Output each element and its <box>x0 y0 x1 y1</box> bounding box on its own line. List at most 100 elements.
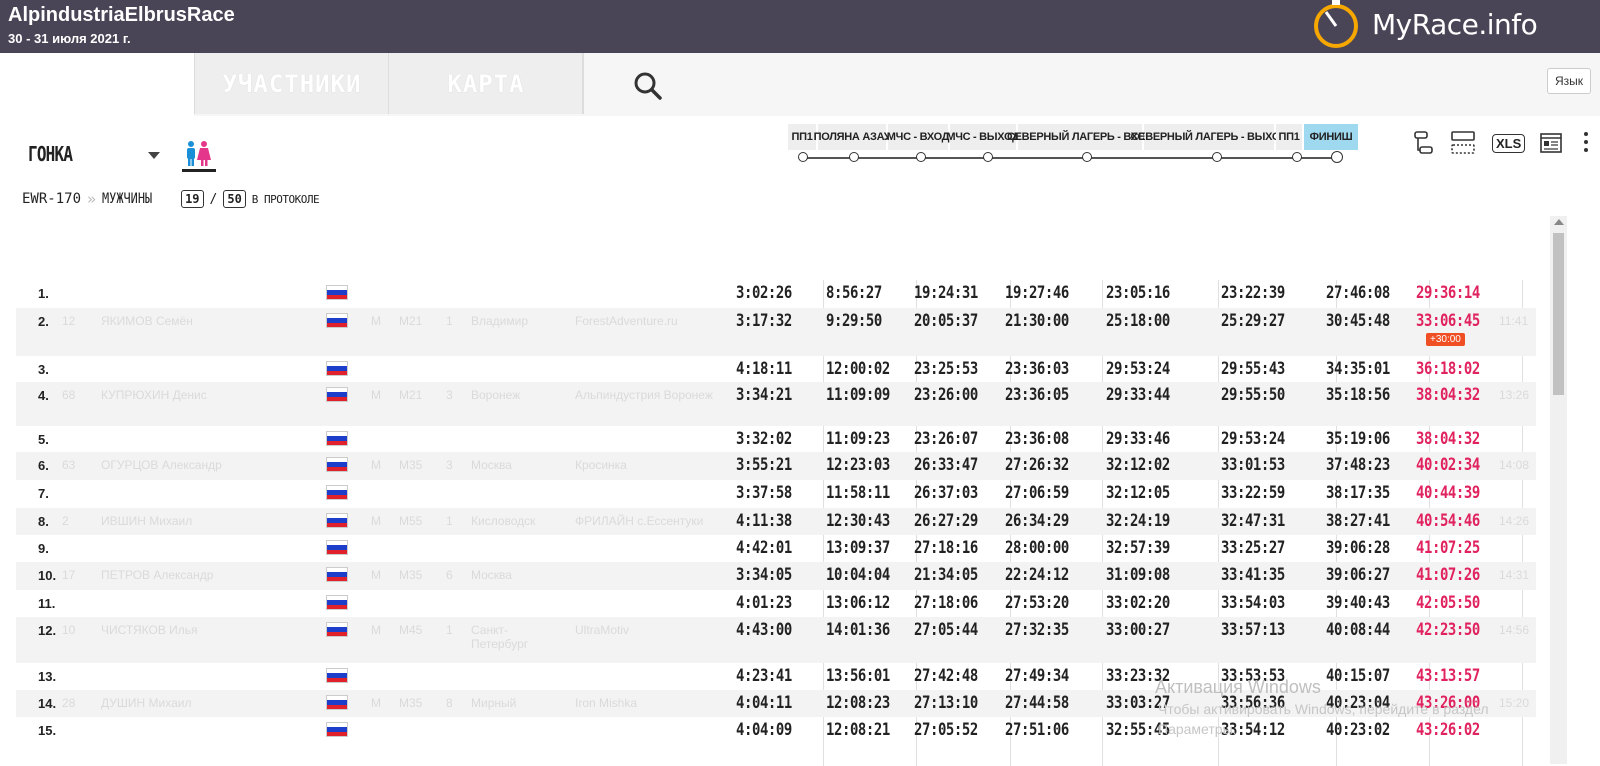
team-label: ForestAdventure.ru <box>575 314 678 328</box>
finish-time[interactable]: 43:13:57 <box>1416 666 1480 686</box>
finish-time[interactable]: 40:44:39 <box>1416 483 1480 503</box>
table-row[interactable]: 4. 68 КУПРЮХИН Денис М М21 3 Воронеж Альпиндуст… <box>16 382 1536 426</box>
checkpoint-pp1-2[interactable]: ПП1 <box>1276 124 1302 150</box>
split-time: 27:05:44 <box>914 620 978 640</box>
group-place: 3 <box>446 388 453 402</box>
category-label[interactable]: МУЖЧИНЫ <box>102 191 152 207</box>
more-menu-icon[interactable] <box>1583 130 1589 156</box>
team-label: UltraMotiv <box>575 623 630 637</box>
russia-flag-icon <box>326 513 348 528</box>
split-time: 33:41:35 <box>1221 565 1285 585</box>
split-time: 3:55:21 <box>736 455 792 475</box>
print-view-icon[interactable] <box>1540 130 1562 156</box>
checkpoint-pp1[interactable]: ПП1 <box>788 124 816 150</box>
tab-map[interactable]: КАРТА <box>388 53 583 114</box>
finish-clock: 11:41 <box>1499 314 1529 328</box>
table-row[interactable]: 2. 12 ЯКИМОВ Семён М М21 1 Владимир ForestAdven… <box>16 308 1536 356</box>
athlete-name[interactable]: ЧИСТЯКОВ Илья <box>101 623 198 637</box>
scrollbar-thumb[interactable] <box>1553 233 1564 395</box>
finish-time[interactable]: 42:05:50 <box>1416 593 1480 613</box>
checkpoint-mchs-in[interactable]: МЧС - ВХОД <box>887 124 950 150</box>
athlete-name[interactable]: ЯКИМОВ Семён <box>101 314 193 328</box>
checkpoint-north-out[interactable]: СЕВЕРНЫЙ ЛАГЕРЬ - ВЫХОД <box>1131 124 1288 150</box>
windows-activation-settings: Параметры. <box>1158 721 1237 737</box>
split-time: 38:27:41 <box>1326 511 1390 531</box>
chevron-down-icon[interactable] <box>148 152 160 159</box>
split-time: 26:27:29 <box>914 511 978 531</box>
finish-time[interactable]: 41:07:25 <box>1416 538 1480 558</box>
penalty-badge: +30:00 <box>1426 333 1465 346</box>
finish-time[interactable]: 41:07:26 <box>1416 565 1480 585</box>
split-time: 12:08:23 <box>826 693 890 713</box>
checkpoint-dot <box>798 152 808 162</box>
sex-label: М <box>371 696 381 710</box>
athlete-name[interactable]: ДУШИН Михаил <box>101 696 191 710</box>
split-time: 26:37:03 <box>914 483 978 503</box>
event-title[interactable]: AlpindustriaElbrusRace <box>8 4 235 27</box>
search-icon[interactable] <box>632 70 664 102</box>
table-row[interactable]: 6. 63 ОГУРЦОВ Александр М М35 3 Москва Кросинка… <box>16 452 1536 480</box>
brand-logo[interactable]: MyRace.info <box>1372 8 1538 41</box>
city-label: Москва <box>471 568 512 582</box>
place-number: 11. <box>38 596 56 611</box>
finish-time[interactable]: 33:06:45 <box>1416 311 1480 331</box>
athlete-name[interactable]: КУПРЮХИН Денис <box>101 388 207 402</box>
athlete-name[interactable]: ИВШИН Михаил <box>101 514 192 528</box>
table-row[interactable]: 9. 4:42:01 13:09:37 27:18:16 28:00:00 32:57:3… <box>16 535 1536 562</box>
table-row[interactable]: 3. 4:18:11 12:00:02 23:25:53 23:36:03 29:53:2… <box>16 356 1536 382</box>
table-row[interactable]: 11. 4:01:23 13:06:12 27:18:06 27:53:20 33:02:… <box>16 590 1536 617</box>
table-row[interactable]: 8. 2 ИВШИН Михаил М М55 1 Кисловодск ФРИЛАЙН с.… <box>16 508 1536 535</box>
table-row[interactable]: 7. 3:37:58 11:58:11 26:37:03 27:06:59 32:12:0… <box>16 480 1536 508</box>
finish-time[interactable]: 38:04:32 <box>1416 429 1480 449</box>
split-time: 27:18:06 <box>914 593 978 613</box>
finish-time[interactable]: 43:26:02 <box>1416 720 1480 740</box>
split-time: 3:37:58 <box>736 483 792 503</box>
place-number: 14. <box>38 696 57 711</box>
xls-export-button[interactable]: XLS <box>1492 134 1526 153</box>
athlete-name[interactable]: ПЕТРОВ Александр <box>101 568 213 582</box>
tab-participants[interactable]: УЧАСТНИКИ <box>194 53 389 114</box>
split-time: 34:35:01 <box>1326 359 1390 379</box>
rows-view-icon[interactable] <box>1451 130 1475 156</box>
split-time: 4:04:09 <box>736 720 792 740</box>
finish-time[interactable]: 40:02:34 <box>1416 455 1480 475</box>
finish-time[interactable]: 29:36:14 <box>1416 283 1480 303</box>
table-row[interactable]: 1. 3:02:26 8:56:27 19:24:31 19:27:46 23:05:16… <box>16 280 1536 308</box>
city-label: Санкт-Петербург <box>471 623 529 651</box>
checkpoint-polyana-azau[interactable]: ПОЛЯНА АЗАУ <box>814 124 891 150</box>
split-time: 23:36:03 <box>1005 359 1069 379</box>
bib-number: 28 <box>62 696 76 710</box>
russia-flag-icon <box>326 457 348 472</box>
split-time: 27:49:34 <box>1005 666 1069 686</box>
event-dates: 30 - 31 июля 2021 г. <box>8 31 131 46</box>
split-view-icon[interactable] <box>1413 130 1435 156</box>
shown-count: 19 <box>181 190 204 208</box>
checkpoint-north-in[interactable]: СЕВЕРНЫЙ ЛАГЕРЬ - ВХОД <box>1007 124 1153 150</box>
split-time: 23:25:53 <box>914 359 978 379</box>
scroll-up-icon[interactable] <box>1554 219 1564 225</box>
nav-spacer <box>0 53 194 116</box>
finish-time[interactable]: 36:18:02 <box>1416 359 1480 379</box>
checkpoint-dot <box>1292 152 1302 162</box>
place-number: 3. <box>38 362 49 377</box>
split-time: 23:22:39 <box>1221 283 1285 303</box>
split-time: 39:06:28 <box>1326 538 1390 558</box>
checkpoint-finish[interactable]: ФИНИШ <box>1304 124 1358 150</box>
distance-label[interactable]: EWR-170 <box>22 191 81 207</box>
russia-flag-icon <box>326 622 348 637</box>
age-group: М21 <box>399 314 423 328</box>
gender-icon[interactable] <box>182 140 216 172</box>
finish-time[interactable]: 40:54:46 <box>1416 511 1480 531</box>
table-row[interactable]: 10. 17 ПЕТРОВ Александр М М35 6 Москва 14:31 3:3… <box>16 562 1536 590</box>
split-time: 33:57:13 <box>1221 620 1285 640</box>
athlete-name[interactable]: ОГУРЦОВ Александр <box>101 458 222 472</box>
race-select[interactable]: ГОНКА <box>28 142 73 166</box>
split-time: 12:08:21 <box>826 720 890 740</box>
language-button[interactable]: Язык <box>1547 68 1591 94</box>
table-row[interactable]: 15. 4:04:09 12:08:21 27:05:52 27:51:06 32:55:… <box>16 717 1536 743</box>
table-row[interactable]: 12. 10 ЧИСТЯКОВ Илья М М45 1 Санкт-Петербург Ul… <box>16 617 1536 663</box>
finish-time[interactable]: 42:23:50 <box>1416 620 1480 640</box>
table-row[interactable]: 5. 3:32:02 11:09:23 23:26:07 23:36:08 29:33:4… <box>16 426 1536 452</box>
finish-time[interactable]: 38:04:32 <box>1416 385 1480 405</box>
split-time: 27:18:16 <box>914 538 978 558</box>
